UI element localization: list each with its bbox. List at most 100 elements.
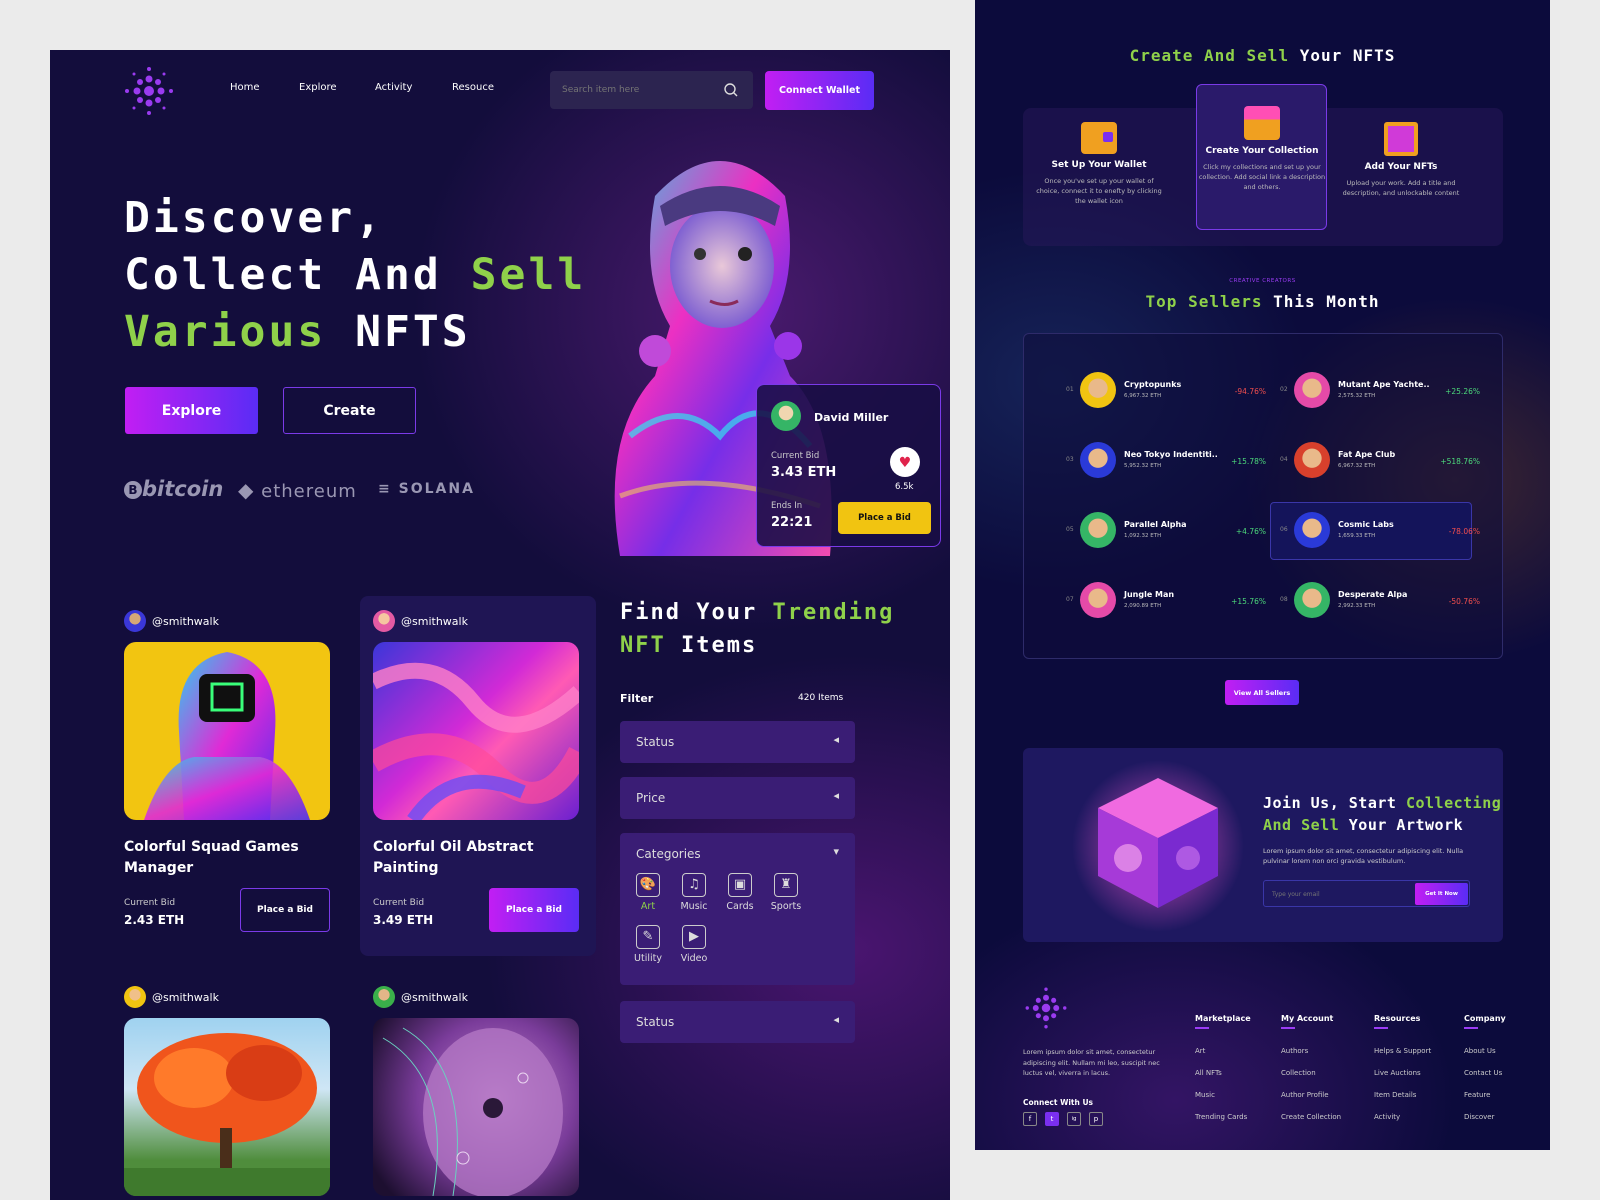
category-sports-label: Sports bbox=[770, 901, 802, 912]
footer-link[interactable]: All NFTs bbox=[1195, 1069, 1251, 1077]
user-handle[interactable]: @smithwalk bbox=[152, 615, 219, 628]
footer-logo-icon[interactable] bbox=[1023, 985, 1069, 1031]
twitter-icon[interactable]: t bbox=[1045, 1112, 1059, 1126]
footer-link[interactable]: Activity bbox=[1374, 1113, 1431, 1121]
footer-link[interactable]: Feature bbox=[1464, 1091, 1506, 1099]
nft-title[interactable]: Colorful Squad Games Manager bbox=[124, 837, 334, 879]
seller-rank: 01 bbox=[1066, 386, 1074, 393]
seller-volume: 2,090.89 ETH bbox=[1124, 603, 1162, 609]
seller-name: Mutant Ape Yachte.. bbox=[1338, 380, 1430, 389]
footer-link[interactable]: Trending Cards bbox=[1195, 1113, 1251, 1121]
user-handle[interactable]: @smithwalk bbox=[152, 991, 219, 1004]
facebook-icon[interactable]: f bbox=[1023, 1112, 1037, 1126]
footer-link[interactable]: About Us bbox=[1464, 1047, 1506, 1055]
footer-link[interactable]: Author Profile bbox=[1281, 1091, 1341, 1099]
seller-volume: 2,575.32 ETH bbox=[1338, 393, 1376, 399]
price-filter[interactable]: Price ◂ bbox=[620, 777, 855, 819]
explore-button[interactable]: Explore bbox=[125, 387, 258, 434]
footer-link[interactable]: Contact Us bbox=[1464, 1069, 1506, 1077]
footer-link[interactable]: Helps & Support bbox=[1374, 1047, 1431, 1055]
wallet-icon bbox=[1081, 122, 1117, 154]
category-cards-label: Cards bbox=[726, 901, 754, 912]
place-bid-button[interactable]: Place a Bid bbox=[489, 888, 579, 932]
step-collection-title: Create Your Collection bbox=[1205, 146, 1319, 156]
arrow-left-icon: ◂ bbox=[833, 733, 839, 746]
footer-link[interactable]: Collection bbox=[1281, 1069, 1341, 1077]
category-sports[interactable]: ♜ Sports bbox=[766, 873, 806, 912]
email-input[interactable] bbox=[1272, 887, 1402, 901]
nft-title[interactable]: Colorful Oil Abstract Painting bbox=[373, 837, 583, 879]
category-cards[interactable]: ▣ Cards bbox=[720, 873, 760, 912]
nft-card: @smithwalk bbox=[373, 986, 608, 1200]
palette-icon: 🎨 bbox=[636, 873, 660, 897]
nav-home[interactable]: Home bbox=[230, 82, 260, 93]
status-filter-2[interactable]: Status ◂ bbox=[620, 1001, 855, 1043]
user-handle[interactable]: @smithwalk bbox=[401, 991, 468, 1004]
seller-row[interactable]: 02 Mutant Ape Yachte.. 2,575.32 ETH +25.26% bbox=[1280, 362, 1480, 420]
place-bid-button[interactable]: Place a Bid bbox=[240, 888, 330, 932]
hero-title: Discover, Collect And Sell Various NFTS bbox=[124, 190, 586, 361]
hero-place-bid-button[interactable]: Place a Bid bbox=[838, 502, 931, 534]
footer-link[interactable]: Discover bbox=[1464, 1113, 1506, 1121]
create-button[interactable]: Create bbox=[283, 387, 416, 434]
seller-row[interactable]: 01 Cryptopunks 6,967.32 ETH -94.76% bbox=[1066, 362, 1266, 420]
seller-row[interactable]: 07 Jungle Man 2,090.89 ETH +15.76% bbox=[1066, 572, 1266, 630]
category-art-label: Art bbox=[640, 901, 656, 912]
category-video[interactable]: ▶ Video bbox=[674, 925, 714, 964]
status-filter-label: Status bbox=[636, 735, 675, 749]
search-input[interactable] bbox=[562, 81, 712, 99]
connect-wallet-button[interactable]: Connect Wallet bbox=[765, 71, 874, 110]
seller-avatar bbox=[1080, 512, 1116, 548]
view-all-sellers-button[interactable]: View All Sellers bbox=[1225, 680, 1299, 705]
user-handle[interactable]: @smithwalk bbox=[401, 615, 468, 628]
user-avatar bbox=[124, 610, 146, 632]
nft-image[interactable] bbox=[124, 1018, 330, 1196]
seller-volume: 6,967.32 ETH bbox=[1124, 393, 1162, 399]
footer-link[interactable]: Create Collection bbox=[1281, 1113, 1341, 1121]
footer-link[interactable]: Item Details bbox=[1374, 1091, 1431, 1099]
search-bar[interactable] bbox=[550, 71, 753, 109]
footer-link[interactable]: Art bbox=[1195, 1047, 1251, 1055]
arrow-down-icon[interactable]: ▾ bbox=[833, 845, 839, 858]
oil-painting-art bbox=[373, 662, 579, 820]
ethereum-logo: ◆ ethereum bbox=[238, 478, 357, 502]
step-wallet-desc: Once you've set up your wallet of choice… bbox=[1036, 177, 1162, 205]
seller-row[interactable]: 03 Neo Tokyo Indentiti.. 5,952.32 ETH +15.7… bbox=[1066, 432, 1266, 490]
join-title-d: Your Artwork bbox=[1339, 816, 1464, 834]
card-user: @smithwalk bbox=[373, 986, 468, 1008]
footer-my-account: My Account Authors Collection Author Pro… bbox=[1281, 1014, 1341, 1135]
nft-image[interactable] bbox=[373, 1018, 579, 1196]
search-icon[interactable] bbox=[723, 82, 739, 98]
category-art[interactable]: 🎨 Art bbox=[628, 873, 668, 912]
footer-underline bbox=[1374, 1027, 1388, 1029]
seller-row[interactable]: 04 Fat Ape Club 6,967.32 ETH +518.76% bbox=[1280, 432, 1480, 490]
seller-rank: 03 bbox=[1066, 456, 1074, 463]
like-button[interactable]: ♥ bbox=[890, 447, 920, 477]
seller-row[interactable]: 08 Desperate Alpa 2,992.33 ETH -50.76% bbox=[1280, 572, 1480, 630]
seller-row[interactable]: 06 Cosmic Labs 1,659.33 ETH -78.06% bbox=[1280, 502, 1480, 560]
join-title-b: Collecting bbox=[1405, 794, 1502, 812]
nav-resource[interactable]: Resouce bbox=[452, 82, 494, 93]
get-it-now-button[interactable]: Get It Now bbox=[1415, 883, 1468, 905]
nft-image[interactable] bbox=[373, 642, 579, 820]
category-music[interactable]: ♫ Music bbox=[674, 873, 714, 912]
footer-link[interactable]: Music bbox=[1195, 1091, 1251, 1099]
nft-image[interactable] bbox=[124, 642, 330, 820]
category-utility[interactable]: ✎ Utility bbox=[628, 925, 668, 964]
seller-change: +25.26% bbox=[1445, 387, 1480, 396]
join-title-line2: And Sell Your Artwork bbox=[1263, 814, 1501, 836]
instagram-icon[interactable]: ig bbox=[1067, 1112, 1081, 1126]
nav-activity[interactable]: Activity bbox=[375, 82, 412, 93]
status-filter[interactable]: Status ◂ bbox=[620, 721, 855, 763]
seller-rank: 07 bbox=[1066, 596, 1074, 603]
footer-link[interactable]: Live Auctions bbox=[1374, 1069, 1431, 1077]
pinterest-icon[interactable]: p bbox=[1089, 1112, 1103, 1126]
current-bid-label: Current Bid bbox=[373, 898, 425, 908]
footer-link[interactable]: Authors bbox=[1281, 1047, 1341, 1055]
ethereum-label: ethereum bbox=[261, 481, 357, 502]
seller-name: Neo Tokyo Indentiti.. bbox=[1124, 450, 1218, 459]
logo[interactable] bbox=[122, 64, 176, 118]
nav-explore[interactable]: Explore bbox=[299, 82, 337, 93]
seller-row[interactable]: 05 Parallel Alpha 1,092.32 ETH +4.76% bbox=[1066, 502, 1266, 560]
seller-change: -50.76% bbox=[1448, 597, 1480, 606]
